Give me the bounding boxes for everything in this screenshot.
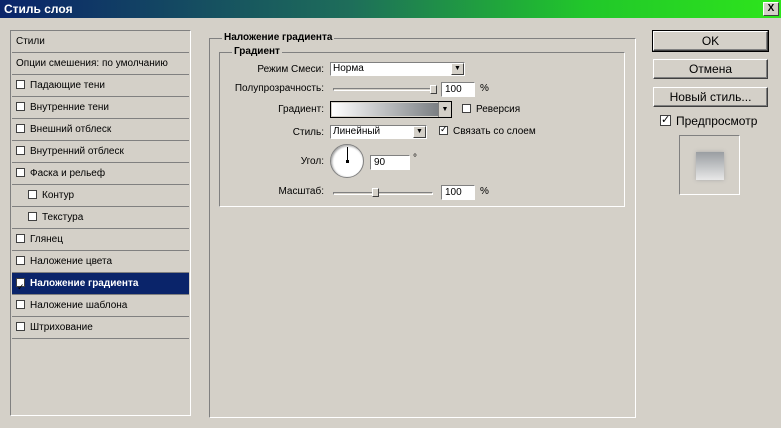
group-title: Градиент <box>232 46 282 57</box>
style-list-item[interactable]: Штрихование <box>12 317 189 339</box>
style-checkbox[interactable] <box>16 80 25 89</box>
reverse-checkbox-box[interactable] <box>462 104 471 113</box>
style-list-label: Внутренние тени <box>30 102 110 113</box>
gradient-preview[interactable] <box>332 103 438 116</box>
style-select[interactable]: Линейный ▼ <box>330 125 427 139</box>
style-label: Стиль: <box>292 127 324 138</box>
chevron-down-icon[interactable]: ▼ <box>438 102 451 117</box>
blend-mode-select[interactable]: Норма ▼ <box>330 62 465 76</box>
style-list-label: Штрихование <box>30 322 93 333</box>
style-list-item[interactable]: Текстура <box>12 207 189 229</box>
opacity-unit: % <box>480 83 489 94</box>
opacity-slider-track[interactable] <box>333 88 436 91</box>
style-list-label: Текстура <box>42 212 84 223</box>
scale-slider-track[interactable] <box>333 192 433 195</box>
cancel-button[interactable]: Отмена <box>653 59 768 79</box>
align-checkbox-box[interactable] <box>439 124 448 135</box>
style-list-item[interactable]: Внешний отблеск <box>12 119 189 141</box>
style-list-label: Наложение градиента <box>30 278 139 289</box>
gradient-picker[interactable]: ▼ <box>330 101 452 118</box>
reverse-checkbox[interactable]: Реверсия <box>462 104 520 115</box>
style-list-label: Глянец <box>30 234 63 245</box>
style-checkbox[interactable] <box>16 276 25 298</box>
style-list-label: Опции смешения: по умолчанию <box>16 58 168 69</box>
style-list-item[interactable]: Глянец <box>12 229 189 251</box>
chevron-down-icon: ▼ <box>413 126 426 138</box>
style-list-item[interactable]: Наложение шаблона <box>12 295 189 317</box>
align-with-layer-checkbox[interactable]: Связать со слоем <box>439 124 536 137</box>
close-icon: X <box>767 3 775 14</box>
chevron-down-icon: ▼ <box>451 63 464 75</box>
style-list-item[interactable]: Фаска и рельеф <box>12 163 189 185</box>
preview-label: Предпросмотр <box>676 114 758 128</box>
style-list-item[interactable]: Опции смешения: по умолчанию <box>12 53 189 75</box>
title-bar: Стиль слоя X <box>0 0 781 18</box>
style-checkbox[interactable] <box>16 300 25 309</box>
style-list-item[interactable]: Контур <box>12 185 189 207</box>
style-list-item[interactable]: Наложение цвета <box>12 251 189 273</box>
panel-title: Наложение градиента <box>222 32 335 43</box>
style-checkbox[interactable] <box>16 256 25 265</box>
style-preview <box>679 135 740 195</box>
scale-slider-thumb[interactable] <box>372 188 380 197</box>
style-checkbox[interactable] <box>16 124 25 133</box>
style-checkbox[interactable] <box>28 212 37 221</box>
scale-input[interactable]: 100 <box>441 185 475 200</box>
preview-checkbox[interactable]: Предпросмотр <box>660 113 758 128</box>
align-label: Связать со слоем <box>453 126 536 137</box>
style-checkbox[interactable] <box>16 234 25 243</box>
gradient-label: Градиент: <box>278 104 324 115</box>
style-checkbox[interactable] <box>16 168 25 177</box>
style-list-label: Наложение цвета <box>30 256 113 267</box>
style-list-label: Фаска и рельеф <box>30 168 106 179</box>
opacity-input[interactable]: 100 <box>441 82 475 97</box>
blend-mode-label: Режим Смеси: <box>257 64 324 75</box>
angle-label: Угол: <box>300 156 324 167</box>
style-list-item[interactable]: Наложение градиента <box>12 273 189 298</box>
style-list-item[interactable]: Падающие тени <box>12 75 189 97</box>
style-list-label: Внешний отблеск <box>30 124 112 135</box>
style-checkbox[interactable] <box>28 190 37 199</box>
angle-center <box>346 160 349 163</box>
window-title: Стиль слоя <box>4 2 73 16</box>
ok-button[interactable]: OK <box>652 30 769 52</box>
style-list-label: Внутренний отблеск <box>30 146 124 157</box>
style-list-item[interactable]: Внутренние тени <box>12 97 189 119</box>
opacity-label: Полупрозрачность: <box>234 83 324 94</box>
style-checkbox[interactable] <box>16 146 25 155</box>
style-list-label: Падающие тени <box>30 80 105 91</box>
preview-checkbox-box[interactable] <box>660 113 671 126</box>
scale-unit: % <box>480 186 489 197</box>
style-checkbox[interactable] <box>16 102 25 111</box>
style-list-item[interactable]: Стили <box>12 31 189 53</box>
style-checkbox[interactable] <box>16 322 25 331</box>
scale-label: Масштаб: <box>278 186 324 197</box>
new-style-button[interactable]: Новый стиль... <box>653 87 768 107</box>
style-list-label: Контур <box>42 190 75 201</box>
close-button[interactable]: X <box>763 2 779 16</box>
angle-input[interactable]: 90 <box>370 155 410 170</box>
style-list-label: Стили <box>16 36 45 47</box>
styles-list: Стили Опции смешения: по умолчанию Падающи… <box>10 30 191 416</box>
opacity-slider-thumb[interactable] <box>430 85 437 94</box>
blend-mode-value: Норма <box>333 63 364 74</box>
angle-dial[interactable] <box>330 144 364 178</box>
style-value: Линейный <box>333 126 381 137</box>
style-list-item[interactable]: Внутренний отблеск <box>12 141 189 163</box>
preview-swatch <box>696 152 724 180</box>
angle-unit: ° <box>413 153 417 164</box>
style-list-label: Наложение шаблона <box>30 300 128 311</box>
reverse-label: Реверсия <box>476 104 521 115</box>
